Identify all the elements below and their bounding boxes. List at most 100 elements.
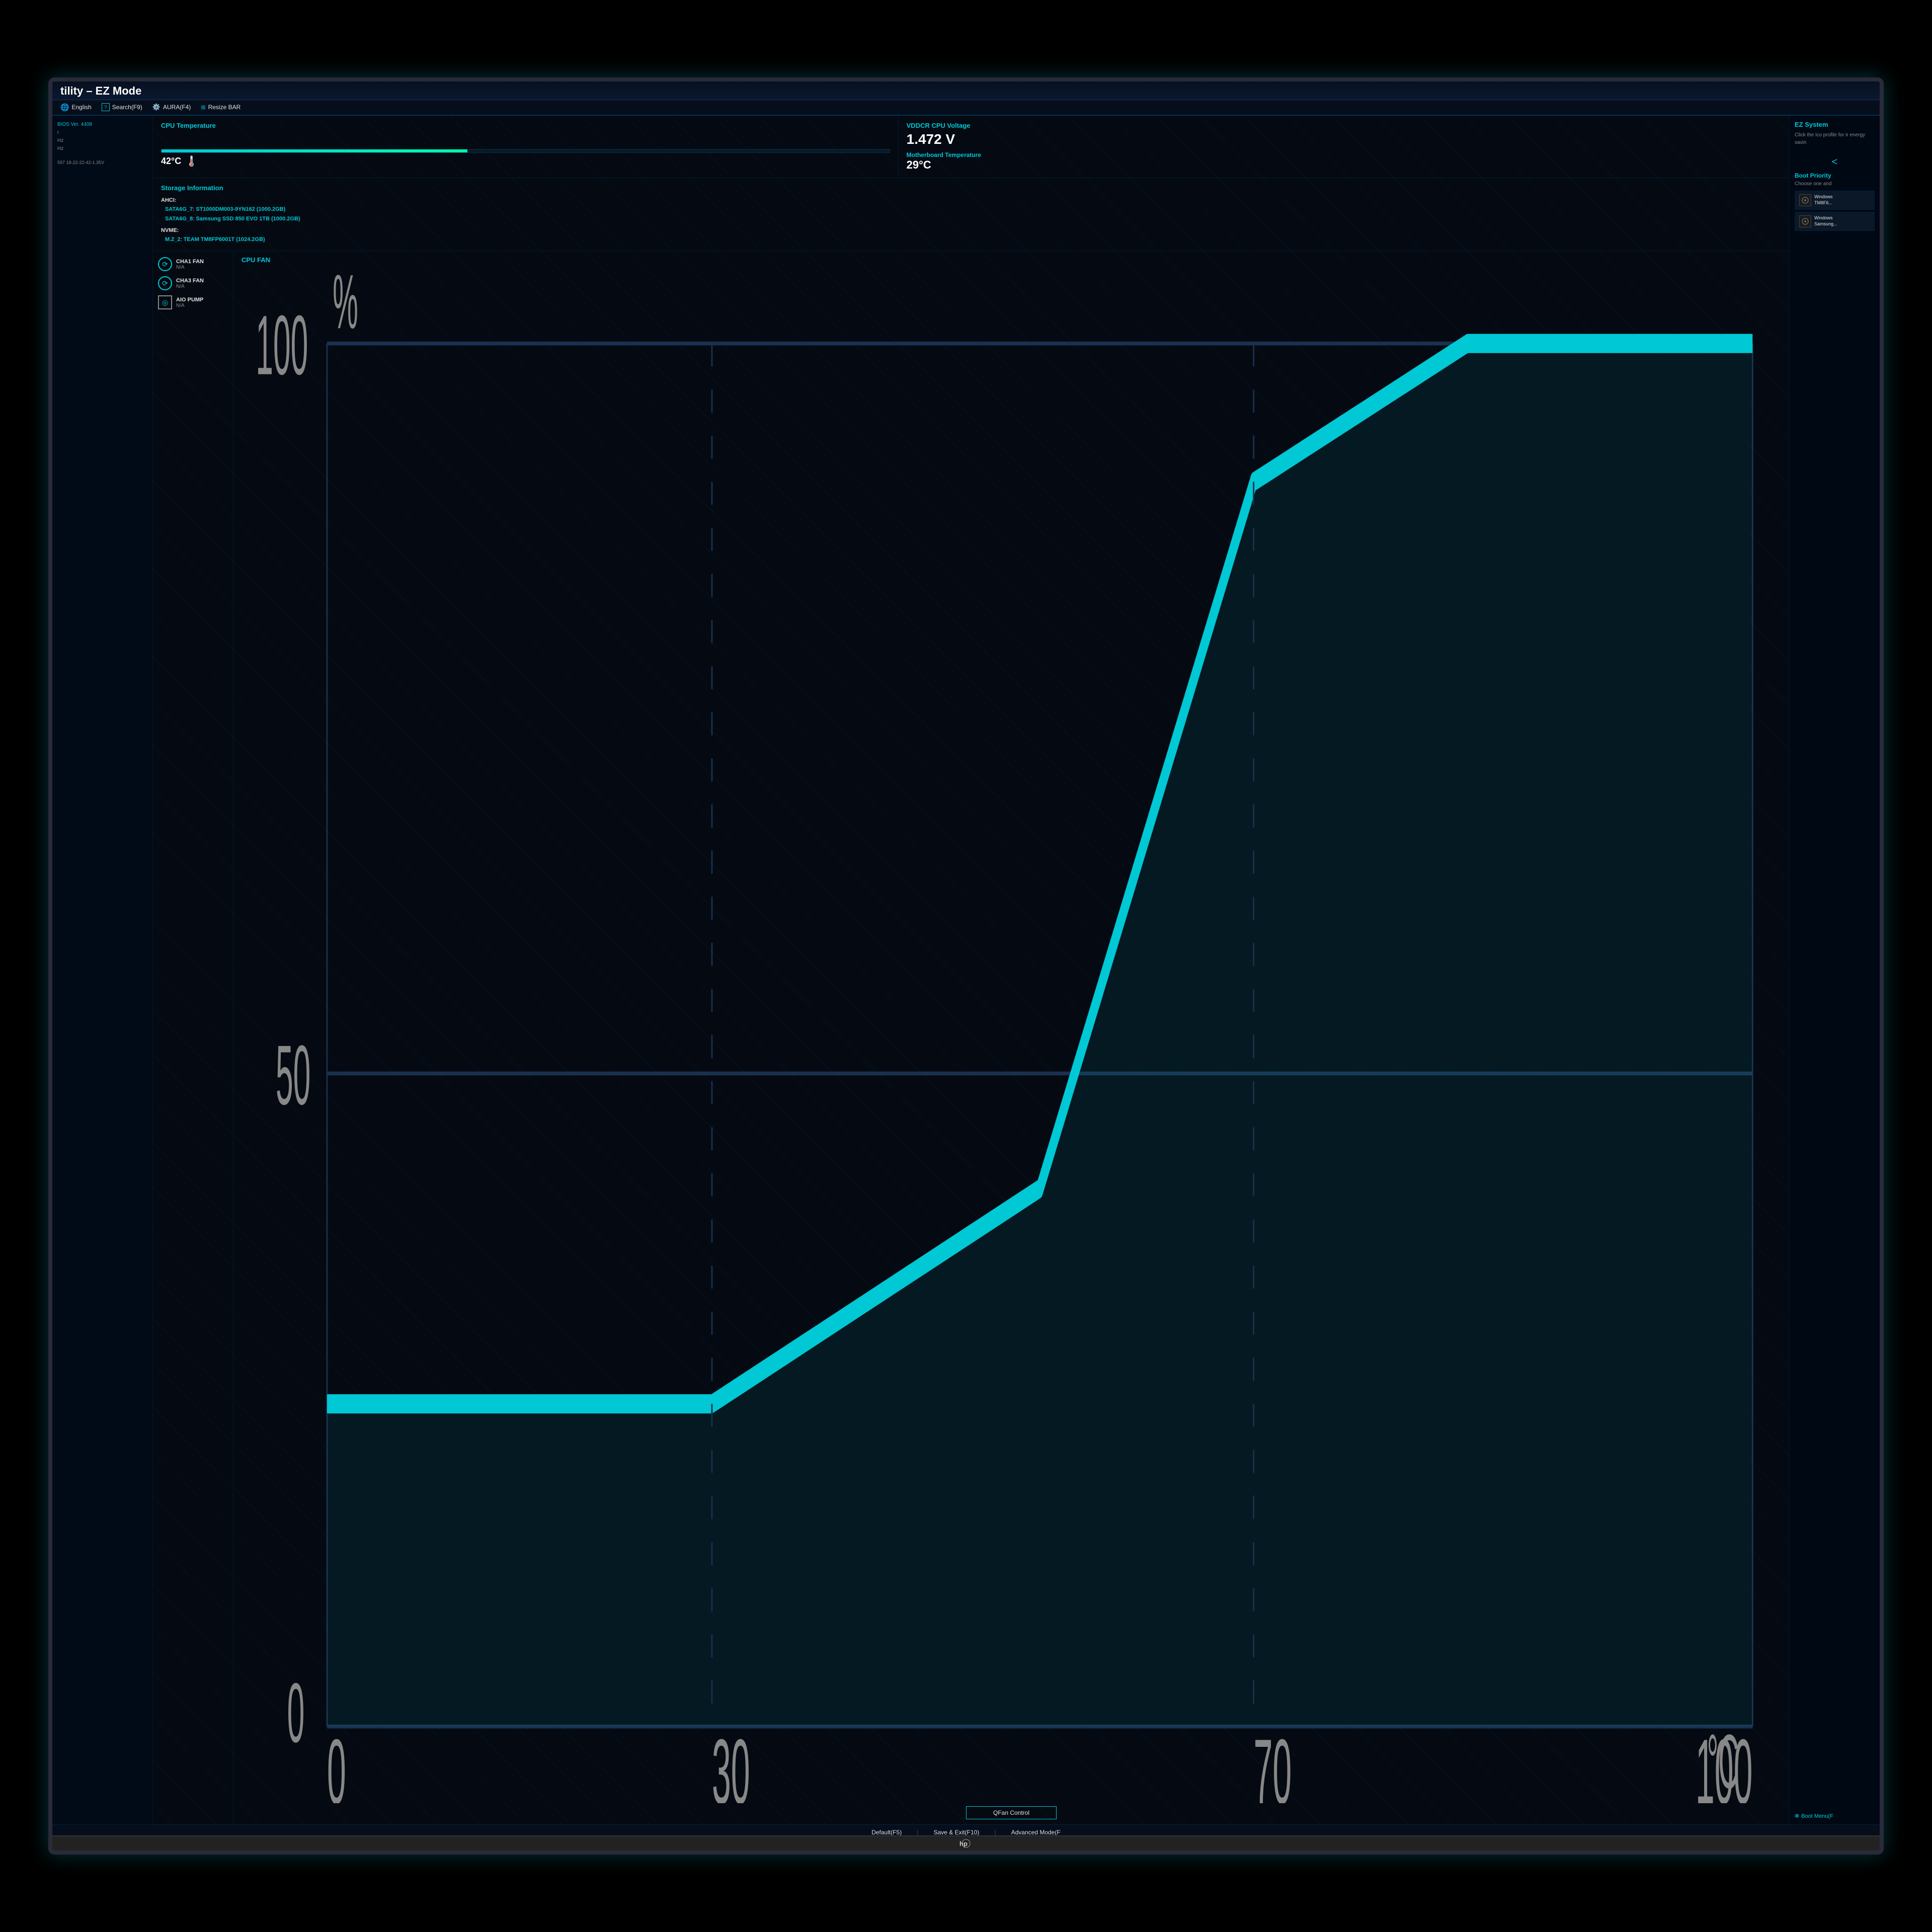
mb-temp-value: 29°C	[907, 158, 1781, 172]
nvme-port-1: M.2_2	[165, 236, 181, 243]
cha3-fan-name: CHA3 FAN	[176, 278, 204, 284]
cha3-fan-value: N/A	[176, 284, 204, 289]
monitor-screen: tility – EZ Mode 🌐 English ? Search(F9) …	[52, 82, 1880, 1836]
boot-priority-text: Choose one and	[1795, 181, 1875, 187]
sata-name-1: ST1000DM003-9YN162 (1000.2GB)	[196, 206, 285, 212]
boot-device-name-2: WindowsSamsung...	[1814, 215, 1837, 227]
boot-device-icon-2	[1799, 215, 1811, 227]
cpu-temp-title: CPU Temperature	[161, 122, 890, 129]
fan-item-cha3: ⟳ CHA3 FAN N/A	[158, 276, 228, 290]
monitor-bezel: tility – EZ Mode 🌐 English ? Search(F9) …	[48, 77, 1884, 1855]
cha1-fan-name: CHA1 FAN	[176, 259, 204, 265]
temp-value-display: 42°C 🌡️	[161, 155, 890, 168]
hp-logo: hp	[956, 1838, 976, 1848]
voltage-value: 1.472 V	[907, 131, 1781, 147]
monitor-brand-bar: hp	[52, 1835, 1880, 1850]
ez-system-text: Click the ico profile for ir energy savi…	[1795, 131, 1875, 146]
temp-bar-container	[161, 149, 890, 153]
fan-info-aio: AIO PUMP N/A	[176, 297, 203, 308]
sata-port-1: SATA6G_7	[165, 206, 193, 212]
svg-text:%: %	[333, 267, 358, 345]
nav-resize-bar[interactable]: ⊞ Resize BAR	[201, 104, 240, 111]
nvme-label: NVME:	[161, 226, 1781, 235]
hp-logo-svg: hp	[958, 1839, 974, 1848]
freq1-label: Hz	[57, 138, 63, 143]
boot-device-icon-1	[1799, 194, 1811, 206]
resize-icon: ⊞	[201, 104, 205, 111]
profile-info: 597 18-22-22-42-1.35V	[57, 159, 147, 166]
svg-text:0: 0	[327, 1721, 346, 1803]
svg-text:100: 100	[256, 297, 308, 392]
snowflake-icon: ✻	[1795, 1813, 1799, 1819]
fan-item-aio: ◎ AIO PUMP N/A	[158, 295, 228, 309]
mem-freq-2: Hz	[57, 145, 147, 153]
fan-info-cha1: CHA1 FAN N/A	[176, 259, 204, 270]
bottom-bar: Default(F5) | Save & Exit(F10) | Advance…	[52, 1824, 1880, 1835]
fan-icon-cha3: ⟳	[158, 276, 172, 290]
storage-section: Storage Information AHCI: SATA6G_7: ST10…	[153, 178, 1789, 251]
aura-icon: ⚙️	[152, 103, 160, 111]
aio-pump-value: N/A	[176, 303, 203, 308]
voltage-section: VDDCR CPU Voltage 1.472 V Motherboard Te…	[899, 116, 1789, 178]
sata-device-2: SATA6G_8: Samsung SSD 850 EVO 1TB (1000.…	[161, 214, 1781, 224]
bios-version: BIOS Ver. 4408	[57, 121, 147, 129]
storage-title: Storage Information	[161, 184, 1781, 192]
fan-list-section: ⟳ CHA1 FAN N/A ⟳ CHA3 FAN N/A	[153, 251, 233, 1824]
freq2-label: Hz	[57, 146, 63, 151]
nav-aura[interactable]: ⚙️ AURA(F4)	[152, 103, 191, 111]
svg-text:0: 0	[287, 1665, 305, 1760]
voltage-title: VDDCR CPU Voltage	[907, 122, 1781, 129]
boot-device-name-1: WindowsTM8F6...	[1814, 194, 1833, 206]
temp-bar-fill	[162, 149, 467, 152]
thermometer-icon: 🌡️	[185, 155, 198, 168]
search-label: Search(F9)	[112, 104, 142, 111]
qfan-control-button[interactable]: QFan Control	[966, 1806, 1057, 1819]
cpu-temp-section: CPU Temperature 42°C	[153, 116, 899, 178]
nav-search[interactable]: ? Search(F9)	[102, 103, 142, 111]
svg-text:50: 50	[276, 1027, 310, 1122]
save-exit-button[interactable]: Save & Exit(F10)	[934, 1829, 980, 1835]
mb-temp-title: Motherboard Temperature	[907, 151, 1781, 158]
question-icon: ?	[102, 103, 110, 111]
boot-menu-label: Boot Menu(F	[1801, 1813, 1833, 1819]
fan-chart-svg: 0 30 70 100 100 50 0 %	[242, 267, 1781, 1803]
right-panel: EZ System Click the ico profile for ir e…	[1789, 116, 1880, 1825]
fan-icon-aio: ◎	[158, 295, 172, 309]
aio-pump-name: AIO PUMP	[176, 297, 203, 303]
sata-device-1: SATA6G_7: ST1000DM003-9YN162 (1000.2GB)	[161, 205, 1781, 214]
left-panel: BIOS Ver. 4408 r Hz Hz 597 18-22-22-42-1…	[52, 116, 153, 1825]
resize-bar-label: Resize BAR	[208, 104, 241, 111]
fan-info-cha3: CHA3 FAN N/A	[176, 278, 204, 289]
nvme-name-1: TEAM TM8FP6001T (1024.2GB)	[184, 236, 265, 243]
ez-system-title: EZ System	[1795, 121, 1875, 128]
profile-section: 597 18-22-22-42-1.35V	[57, 159, 147, 166]
fan-chart-section: CPU FAN	[233, 251, 1789, 1824]
page-title: tility – EZ Mode	[60, 85, 141, 97]
advanced-mode-button[interactable]: Advanced Mode(F	[1011, 1829, 1061, 1835]
sata-name-2: Samsung SSD 850 EVO 1TB (1000.2GB)	[196, 216, 300, 222]
cpu-temp-value: 42°C	[161, 156, 181, 167]
fan-icon-cha1: ⟳	[158, 257, 172, 271]
cpu-temp-gauge: 42°C 🌡️	[161, 133, 890, 172]
boot-device-2[interactable]: WindowsSamsung...	[1795, 212, 1875, 231]
cpu-info: r	[57, 129, 147, 137]
bios-container: tility – EZ Mode 🌐 English ? Search(F9) …	[52, 82, 1880, 1836]
storage-content: AHCI: SATA6G_7: ST1000DM003-9YN162 (1000…	[161, 196, 1781, 245]
bios-ver-label: BIOS Ver. 4408	[57, 122, 92, 127]
nav-language[interactable]: 🌐 English	[60, 103, 92, 112]
top-nav: 🌐 English ? Search(F9) ⚙️ AURA(F4) ⊞ Res…	[52, 100, 1880, 116]
bottom-row: ⟳ CHA1 FAN N/A ⟳ CHA3 FAN N/A	[153, 251, 1789, 1824]
aura-label: AURA(F4)	[163, 104, 191, 111]
profile-label: 597 18-22-22-42-1.35V	[57, 160, 104, 165]
boot-device-1[interactable]: WindowsTM8F6...	[1795, 191, 1875, 210]
bios-info-section: BIOS Ver. 4408 r Hz Hz	[57, 121, 147, 153]
separator-2: |	[994, 1829, 996, 1835]
chart-area: 0 30 70 100 100 50 0 %	[242, 267, 1781, 1803]
collapse-arrow[interactable]: <	[1795, 156, 1875, 168]
center-panel: CPU Temperature 42°C	[153, 116, 1789, 1825]
fan-item-cha1: ⟳ CHA1 FAN N/A	[158, 257, 228, 271]
default-button[interactable]: Default(F5)	[871, 1829, 902, 1835]
boot-menu-button[interactable]: ✻ Boot Menu(F	[1795, 1813, 1875, 1819]
sata-port-2: SATA6G_8	[165, 216, 193, 222]
cha1-fan-value: N/A	[176, 265, 204, 270]
